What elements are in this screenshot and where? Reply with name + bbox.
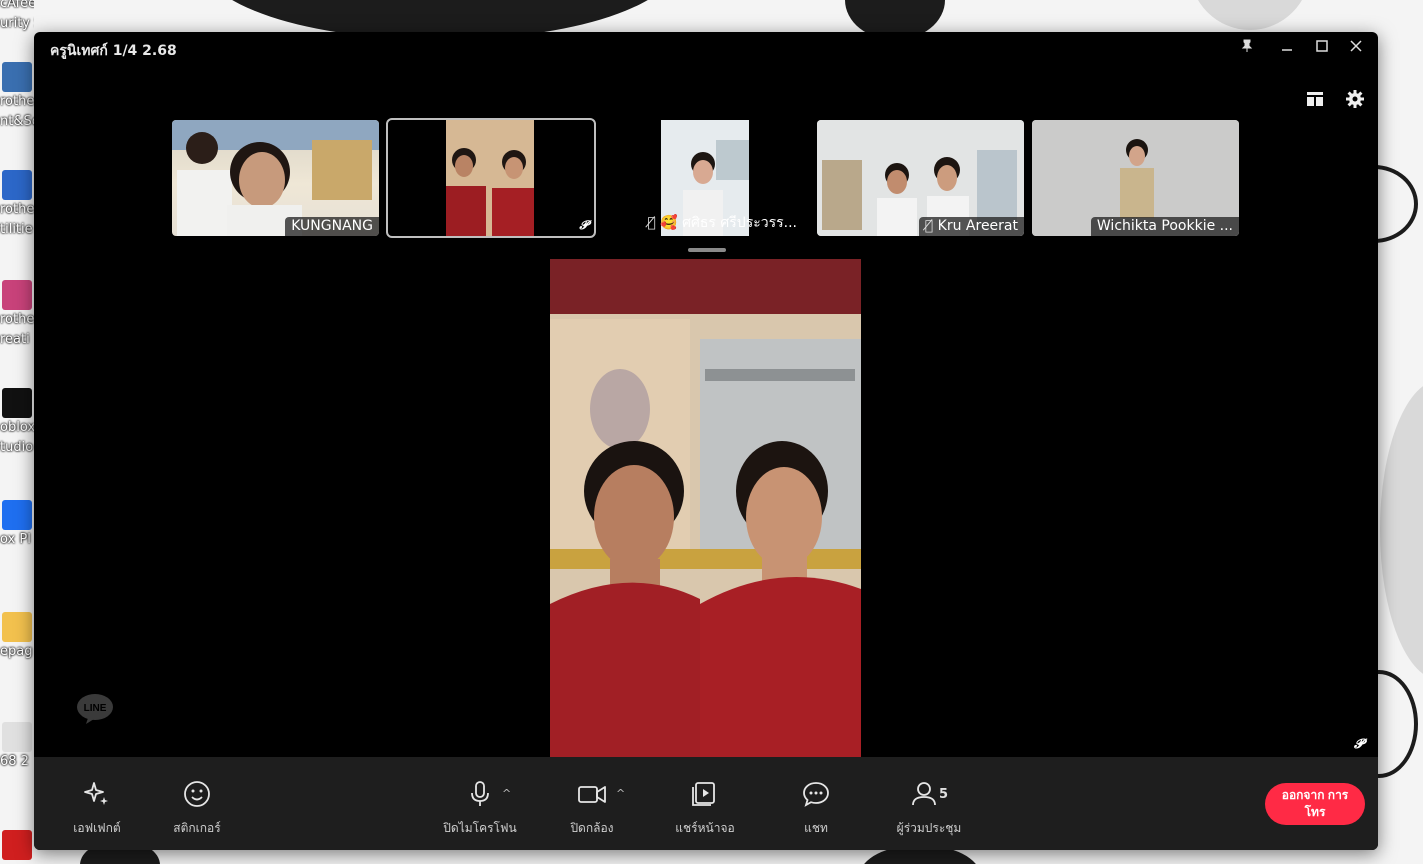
- pdf-icon: [2, 830, 32, 860]
- desktop-icon-label: tilitie: [0, 222, 33, 237]
- call-toolbar: เอฟเฟกต์ สติกเกอร์ ปิดไมโครโฟน ^ ปิดกล้อ…: [34, 757, 1378, 850]
- wallpaper-blob: [1190, 0, 1310, 30]
- desktop-icon-label: rothe: [0, 312, 34, 327]
- folder-icon: [2, 612, 32, 642]
- chat-label: แชท: [804, 821, 828, 835]
- grid-layout-icon: [1307, 92, 1323, 106]
- chat-button[interactable]: แชท: [794, 777, 838, 838]
- video-feed: [446, 120, 534, 236]
- participant-tile[interactable]: KUNGNANG: [172, 120, 379, 236]
- desktop-icon-label: epag: [0, 644, 33, 659]
- participants-count: 5: [938, 786, 949, 802]
- leave-call-button[interactable]: ออกจาก การโทร: [1265, 783, 1365, 825]
- minimize-icon: [1282, 49, 1292, 51]
- desktop-icon-pdf[interactable]: [0, 830, 34, 860]
- participant-name: KUNGNANG: [285, 217, 379, 236]
- close-button[interactable]: [1343, 38, 1369, 60]
- roblox-player-icon: [2, 500, 32, 530]
- microphone-icon: [471, 781, 489, 806]
- participant-tile[interactable]: 🎙̸ Kru Areerat: [817, 120, 1024, 236]
- roblox-studio-icon: [2, 388, 32, 418]
- desktop-icon-label: oblox: [0, 420, 34, 435]
- desktop-icon-label: ox Pl: [0, 532, 31, 547]
- participant-name: 🎙̸ 🥰 ศศิธร ศรีประวรร...: [647, 211, 803, 236]
- maximize-button[interactable]: [1309, 38, 1335, 60]
- desktop-icon-label: rothe: [0, 202, 34, 217]
- line-logo: LINE: [76, 694, 114, 724]
- strip-resize-handle[interactable]: [688, 248, 726, 252]
- sticker-label: สติกเกอร์: [173, 821, 221, 835]
- desktop-icon-label: reati: [0, 332, 30, 347]
- camera-label: ปิดกล้อง: [570, 821, 614, 835]
- desktop-icon-label: 68 2: [0, 754, 29, 769]
- desktop-icon-label: urity Sc...: [0, 16, 34, 31]
- share-screen-icon: [692, 782, 715, 806]
- participant-strip: KUNGNANG 𝓟 🎙̸ 🥰 ศศิธร ศรีประวรร... 🎙̸ Kr…: [34, 118, 1378, 238]
- line-logo-icon: LINE: [77, 694, 113, 724]
- participant-name: 🎙̸ Kru Areerat: [918, 217, 1024, 236]
- svg-text:LINE: LINE: [84, 703, 107, 714]
- camera-options-chevron-up-icon[interactable]: ^: [616, 787, 625, 800]
- desktop-icon-label: tudio: [0, 440, 34, 455]
- desktop-icon-label: cAfee: [0, 0, 34, 11]
- call-window: ครูนิเทศก์ 1/4 2.68 KUNGNANG 𝓟 🎙̸ 🥰 ศศิธ…: [34, 32, 1378, 850]
- brother-app-icon: [2, 62, 32, 92]
- brother-creative-icon: [2, 280, 32, 310]
- desktop-icon-roblox-player[interactable]: ox Pl: [0, 500, 34, 550]
- minimize-button[interactable]: [1274, 38, 1300, 60]
- chat-bubble-icon: [803, 782, 829, 807]
- desktop-icon-label: nt&Sc: [0, 114, 34, 129]
- desktop-icon-homepage[interactable]: epag: [0, 612, 34, 662]
- title-bar[interactable]: ครูนิเทศก์ 1/4 2.68: [34, 32, 1378, 66]
- desktop-icon-label: rothe: [0, 94, 34, 109]
- participant-tile[interactable]: 🎙̸ 🥰 ศศิธร ศรีประวรร...: [647, 120, 797, 236]
- participants-button[interactable]: 5 ผู้ร่วมประชุม: [896, 777, 962, 838]
- watermark: 𝓟: [1354, 737, 1364, 752]
- sticker-button[interactable]: สติกเกอร์: [164, 777, 230, 838]
- settings-button[interactable]: [1344, 88, 1368, 112]
- desktop-icon-brother-2[interactable]: rothe tilitie: [0, 170, 34, 240]
- pin-icon: [1241, 39, 1253, 52]
- wallpaper-blob: [1380, 380, 1423, 680]
- main-video: [550, 259, 861, 757]
- window-title: ครูนิเทศก์ 1/4 2.68: [50, 43, 177, 59]
- participant-name: Wichikta Pookkie ...: [1090, 217, 1239, 236]
- brother-utilities-icon: [2, 170, 32, 200]
- main-video-feed: [550, 259, 861, 757]
- effects-button[interactable]: เอฟเฟกต์: [64, 777, 130, 838]
- participant-name-text: Kru Areerat: [937, 218, 1018, 234]
- participant-tile-active[interactable]: 𝓟: [386, 118, 596, 238]
- share-screen-label: แชร์หน้าจอ: [675, 821, 735, 835]
- person-icon: [912, 782, 936, 806]
- share-screen-button[interactable]: แชร์หน้าจอ: [670, 777, 740, 838]
- watermark: 𝓟: [579, 218, 588, 232]
- desktop-icon-mcafee[interactable]: cAfee urity Sc...: [0, 0, 34, 34]
- video-camera-icon: [578, 786, 606, 803]
- maximize-icon: [1316, 40, 1328, 52]
- document-icon: [2, 722, 32, 752]
- camera-button[interactable]: ปิดกล้อง: [564, 777, 620, 838]
- sparkle-icon: [84, 782, 108, 805]
- desktop-icon-file[interactable]: 68 2: [0, 722, 34, 772]
- desktop-icon-roblox-studio[interactable]: oblox tudio: [0, 388, 34, 458]
- pin-button[interactable]: [1234, 38, 1260, 60]
- participant-name-text: 🥰 ศศิธร ศรีประวรร...: [660, 215, 797, 231]
- desktop-icons: cAfee urity Sc... rothe nt&Sc rothe tili…: [0, 0, 34, 864]
- participants-label: ผู้ร่วมประชุม: [896, 821, 962, 835]
- effects-label: เอฟเฟกต์: [73, 821, 121, 835]
- layout-button[interactable]: [1304, 88, 1328, 112]
- mic-muted-icon: 🎙̸: [647, 215, 656, 231]
- smiley-icon: [184, 781, 210, 807]
- participant-tile[interactable]: Wichikta Pookkie ...: [1032, 120, 1239, 236]
- gear-icon: [1346, 90, 1364, 108]
- mic-muted-icon: 🎙̸: [924, 218, 934, 234]
- mic-label: ปิดไมโครโฟน: [443, 821, 517, 835]
- desktop-icon-brother-1[interactable]: rothe nt&Sc: [0, 62, 34, 132]
- desktop-icon-brother-3[interactable]: rothe reati: [0, 280, 34, 350]
- close-icon: [1350, 40, 1362, 52]
- mic-options-chevron-up-icon[interactable]: ^: [502, 787, 511, 800]
